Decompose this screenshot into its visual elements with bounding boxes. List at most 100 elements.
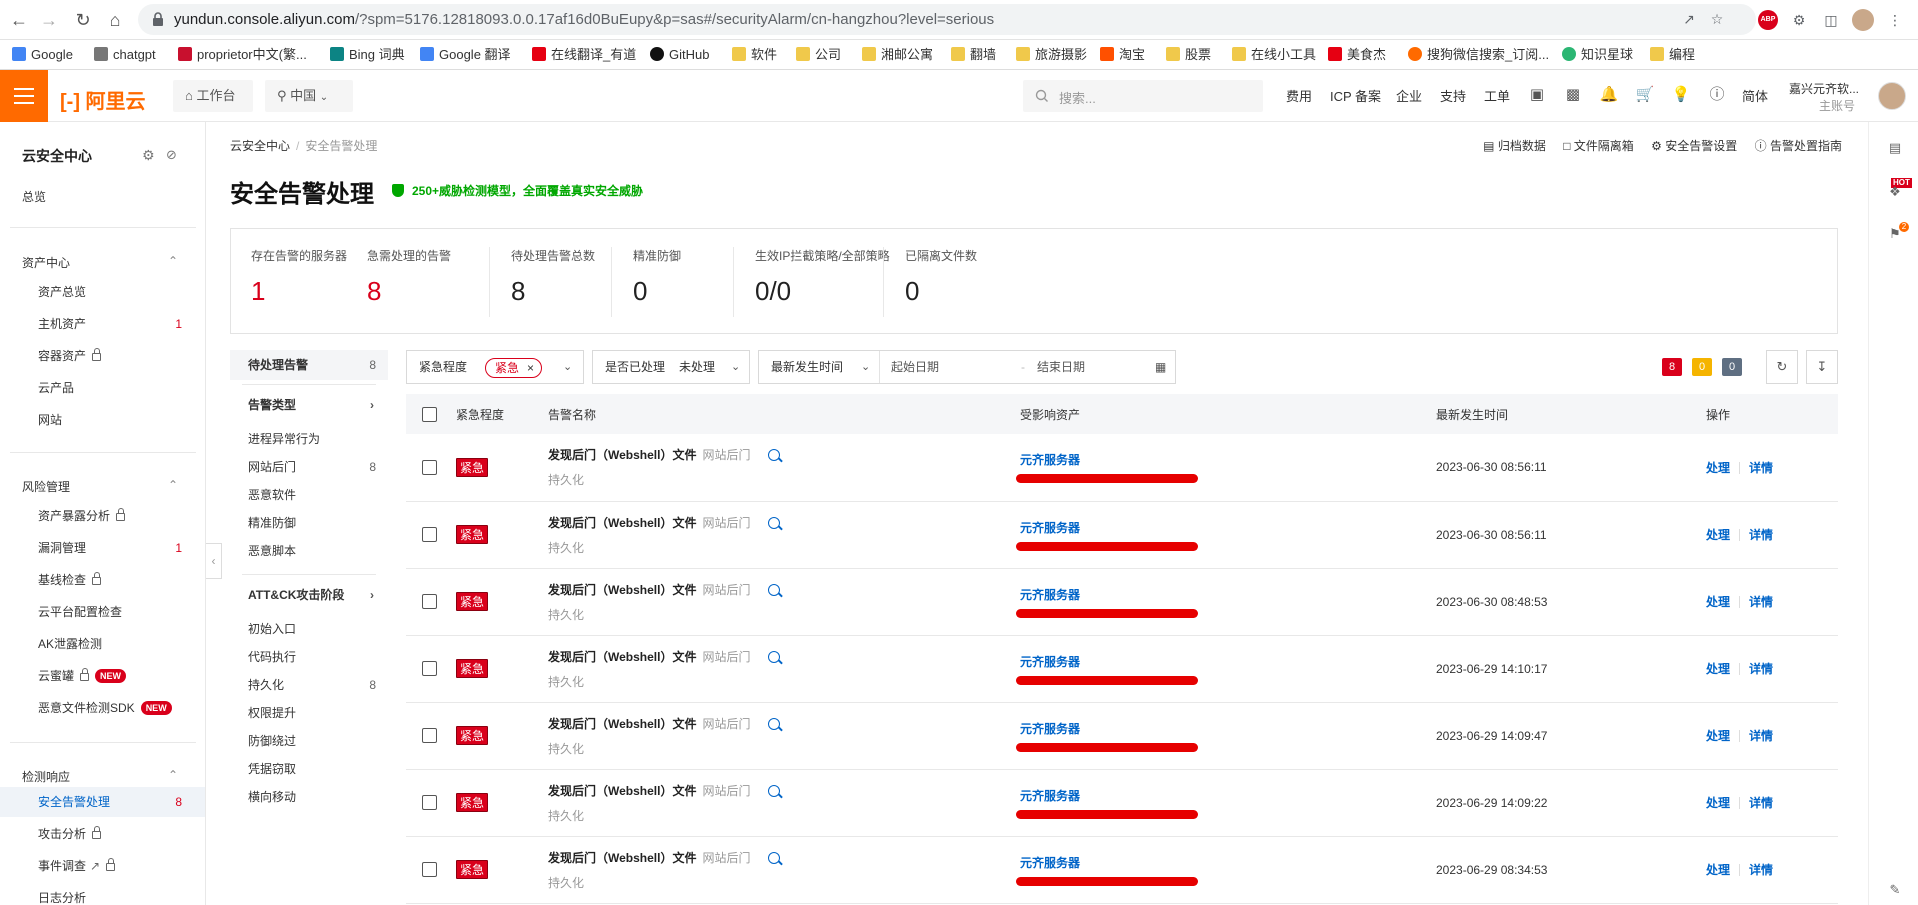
category-persistence[interactable]: 持久化 8 bbox=[230, 670, 388, 700]
bookmark-company[interactable]: 公司 bbox=[796, 46, 841, 64]
category-malicious-script[interactable]: 恶意脚本 bbox=[230, 536, 388, 566]
asset-link[interactable]: 元齐服务器 bbox=[1020, 722, 1080, 736]
sidebar-item-cloud-config[interactable]: 云平台配置检查 bbox=[0, 597, 205, 627]
detail-button[interactable]: 详情 bbox=[1749, 461, 1773, 475]
sidebar-item-ak-leak[interactable]: AK泄露检测 bbox=[0, 629, 205, 659]
detail-button[interactable]: 详情 bbox=[1749, 729, 1773, 743]
archive-link[interactable]: ▤ 归档数据 bbox=[1483, 139, 1546, 153]
alert-settings-link[interactable]: ⚙ 安全告警设置 bbox=[1651, 139, 1737, 153]
bookmark-stocks[interactable]: 股票 bbox=[1166, 46, 1211, 64]
notice-count-badge[interactable]: 0 bbox=[1722, 358, 1742, 376]
stat-servers[interactable]: 存在告警的服务器 1 bbox=[251, 247, 347, 307]
lightbulb-icon[interactable]: 💡 bbox=[1670, 84, 1692, 106]
star-icon[interactable]: ☆ bbox=[1706, 8, 1728, 30]
table-row[interactable]: 紧急 发现后门（Webshell）文件 网站后门 持久化 元齐服务器 2023-06-29… bbox=[406, 635, 1838, 703]
bookmark-vpn[interactable]: 翻墙 bbox=[951, 46, 996, 64]
asset-link[interactable]: 元齐服务器 bbox=[1020, 856, 1080, 870]
terminal-icon[interactable]: ▩ bbox=[1562, 84, 1584, 106]
row-checkbox[interactable] bbox=[422, 862, 437, 878]
gift-icon[interactable]: ❖ bbox=[1887, 184, 1903, 200]
table-row[interactable]: 紧急 发现后门（Webshell）文件 网站后门 持久化 元齐服务器 2023-06-29… bbox=[406, 836, 1838, 904]
category-malware[interactable]: 恶意软件 bbox=[230, 480, 388, 510]
address-bar[interactable]: yundun.console.aliyun.com/?spm=5176.1281… bbox=[138, 4, 1756, 35]
sidebar-item-vulnerability[interactable]: 漏洞管理 1 bbox=[0, 533, 205, 563]
bookmark-software[interactable]: 软件 bbox=[732, 46, 777, 64]
bookmark-coding[interactable]: 编程 bbox=[1650, 46, 1695, 64]
sidebar-item-cloud-products[interactable]: 云产品 bbox=[0, 373, 205, 403]
quarantine-link[interactable]: □ 文件隔离箱 bbox=[1563, 139, 1634, 153]
search-icon[interactable] bbox=[768, 717, 781, 730]
account-name[interactable]: 嘉兴元齐软... bbox=[1789, 80, 1859, 97]
breadcrumb-item[interactable]: 云安全中心 bbox=[230, 139, 290, 153]
category-precise-defense[interactable]: 精准防御 bbox=[230, 508, 388, 538]
detail-button[interactable]: 详情 bbox=[1749, 662, 1773, 676]
sidebar-group-assets[interactable]: 资产中心 ⌃ bbox=[22, 254, 182, 271]
category-pending[interactable]: 待处理告警 8 bbox=[230, 350, 388, 380]
alert-name[interactable]: 发现后门（Webshell）文件 网站后门 bbox=[548, 581, 1020, 598]
bookmark-taobao[interactable]: 淘宝 bbox=[1100, 46, 1145, 64]
sidebar-item-host-assets[interactable]: 主机资产 1 bbox=[0, 309, 205, 339]
alert-name[interactable]: 发现后门（Webshell）文件 网站后门 bbox=[548, 648, 1020, 665]
nav-enterprise[interactable]: 企业 bbox=[1396, 86, 1422, 105]
bookmark-proprietor[interactable]: proprietor中文(繁... bbox=[178, 46, 307, 64]
row-checkbox[interactable] bbox=[422, 795, 437, 811]
nav-support[interactable]: 支持 bbox=[1440, 86, 1466, 105]
share-icon[interactable]: ↗ bbox=[1678, 8, 1700, 30]
category-attck[interactable]: ATT&CK攻击阶段 › bbox=[230, 580, 388, 610]
table-row[interactable]: 紧急 发现后门（Webshell）文件 网站后门 持久化 元齐服务器 2023-06-29… bbox=[406, 769, 1838, 837]
avatar[interactable] bbox=[1878, 82, 1906, 110]
search-icon[interactable] bbox=[768, 784, 781, 797]
bookmark-github[interactable]: GitHub bbox=[650, 46, 709, 64]
table-row[interactable]: 紧急 发现后门（Webshell）文件 网站后门 持久化 元齐服务器 2023-06-30… bbox=[406, 501, 1838, 569]
row-checkbox[interactable] bbox=[422, 661, 437, 677]
row-checkbox[interactable] bbox=[422, 527, 437, 543]
severity-chip[interactable]: 紧急 × bbox=[485, 358, 543, 378]
help-icon[interactable]: ⓘ bbox=[1706, 84, 1728, 106]
row-checkbox[interactable] bbox=[422, 459, 437, 475]
select-all-checkbox[interactable] bbox=[422, 406, 437, 422]
region-selector[interactable]: ⚲ 中国 ⌄ bbox=[265, 80, 353, 112]
handle-button[interactable]: 处理 bbox=[1706, 863, 1730, 877]
detail-button[interactable]: 详情 bbox=[1749, 595, 1773, 609]
asset-link[interactable]: 元齐服务器 bbox=[1020, 588, 1080, 602]
nav-icp[interactable]: ICP 备案 bbox=[1330, 86, 1381, 105]
edit-icon[interactable]: ✎ bbox=[1887, 882, 1903, 898]
extensions-icon[interactable]: ⚙ bbox=[1788, 9, 1810, 31]
asset-link[interactable]: 元齐服务器 bbox=[1020, 521, 1080, 535]
handle-button[interactable]: 处理 bbox=[1706, 729, 1730, 743]
stat-precise-defense[interactable]: 精准防御 0 bbox=[633, 247, 681, 307]
severity-filter[interactable]: 紧急程度 紧急 × ⌄ bbox=[406, 350, 584, 384]
handle-button[interactable]: 处理 bbox=[1706, 595, 1730, 609]
side-panel-icon[interactable]: ◫ bbox=[1820, 9, 1842, 31]
detail-button[interactable]: 详情 bbox=[1749, 796, 1773, 810]
search-icon[interactable] bbox=[768, 583, 781, 596]
sidebar-group-risk[interactable]: 风险管理 ⌃ bbox=[22, 478, 182, 495]
stat-quarantined[interactable]: 已隔离文件数 0 bbox=[905, 247, 977, 307]
bookmark-apartment[interactable]: 湘邮公寓 bbox=[862, 46, 933, 64]
sidebar-collapse-button[interactable]: ‹ bbox=[206, 543, 222, 579]
bookmark-sogou[interactable]: 搜狗微信搜索_订阅... bbox=[1408, 46, 1549, 64]
bell-icon[interactable]: 🔔 bbox=[1598, 84, 1620, 106]
start-date-input[interactable]: 起始日期 bbox=[891, 351, 939, 383]
category-execution[interactable]: 代码执行 bbox=[230, 642, 388, 672]
table-row[interactable]: 紧急 发现后门（Webshell）文件 网站后门 持久化 元齐服务器 2023-06-29… bbox=[406, 702, 1838, 770]
bookmark-meishi[interactable]: 美食杰 bbox=[1328, 46, 1386, 64]
sidebar-item-website[interactable]: 网站 bbox=[0, 405, 205, 435]
search-icon[interactable] bbox=[768, 650, 781, 663]
asset-link[interactable]: 元齐服务器 bbox=[1020, 655, 1080, 669]
bookmark-google-translate[interactable]: Google 翻译 bbox=[420, 46, 511, 64]
search-icon[interactable] bbox=[768, 851, 781, 864]
calendar-icon[interactable]: ▦ bbox=[1155, 351, 1166, 383]
profile-icon[interactable] bbox=[1852, 9, 1874, 31]
bookmark-zsxq[interactable]: 知识星球 bbox=[1562, 46, 1633, 64]
nav-billing[interactable]: 费用 bbox=[1286, 86, 1312, 105]
close-icon[interactable]: × bbox=[527, 359, 534, 377]
sidebar-item-honeypot[interactable]: 云蜜罐 NEW bbox=[0, 661, 205, 691]
column-time[interactable]: 最新发生时间 bbox=[1436, 394, 1706, 434]
cart-icon[interactable]: 🛒 bbox=[1634, 84, 1656, 106]
sidebar-item-malware-sdk[interactable]: 恶意文件检测SDK NEW bbox=[0, 693, 205, 723]
sidebar-item-overview[interactable]: 总览 bbox=[0, 182, 205, 212]
bookmark-bing[interactable]: Bing 词典 bbox=[330, 46, 405, 64]
column-severity[interactable]: 紧急程度 bbox=[456, 394, 548, 434]
handle-button[interactable]: 处理 bbox=[1706, 528, 1730, 542]
